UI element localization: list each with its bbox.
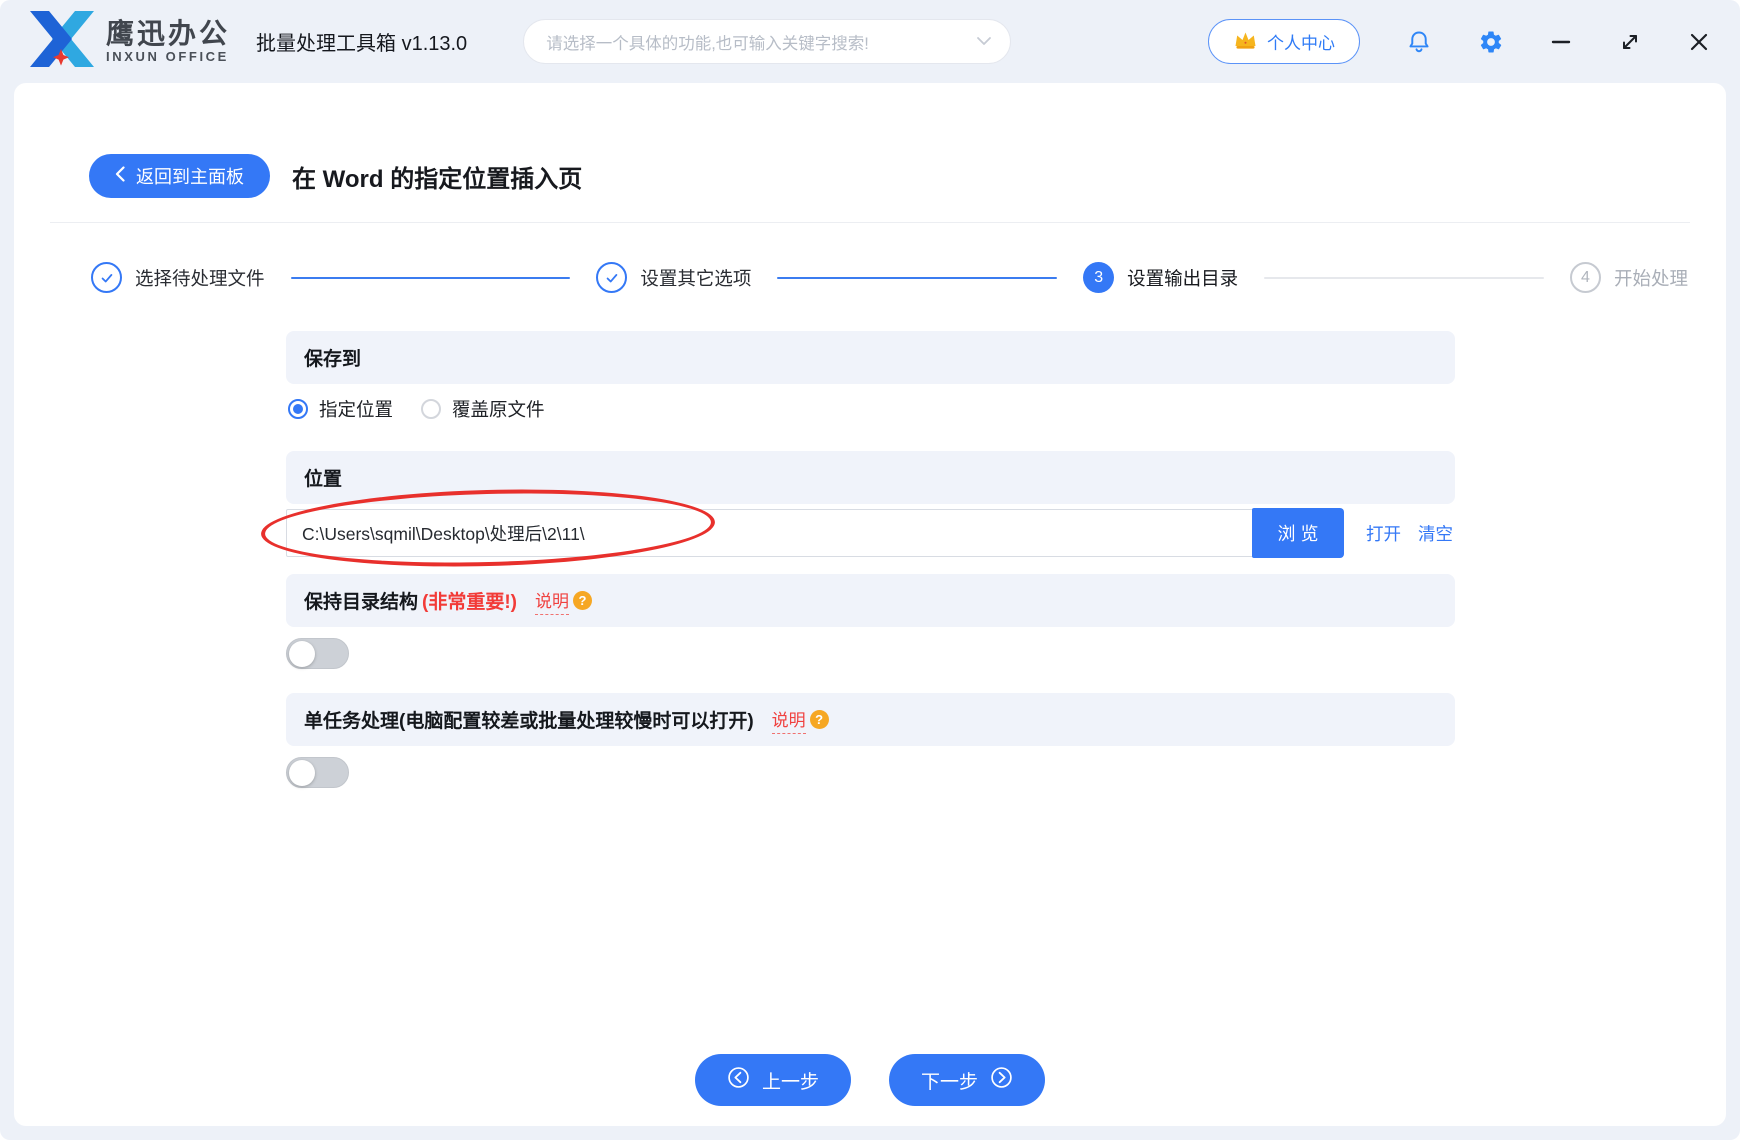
previous-step-button[interactable]: 上一步 xyxy=(695,1054,851,1106)
toggle-knob xyxy=(289,641,315,667)
step-indicator: 选择待处理文件 设置其它选项 3 设置输出目录 4 开始处理 xyxy=(91,262,1688,293)
single-task-title: 单任务处理(电脑配置较差或批量处理较慢时可以打开) xyxy=(304,706,754,733)
previous-step-label: 上一步 xyxy=(762,1067,819,1094)
settings-gear-icon[interactable] xyxy=(1478,29,1504,55)
keep-structure-warning: (非常重要!) xyxy=(422,587,517,614)
keep-structure-toggle-off[interactable] xyxy=(286,638,349,669)
save-to-section-header: 保存到 xyxy=(286,331,1455,384)
radio-label: 指定位置 xyxy=(319,396,393,422)
step-select-files: 选择待处理文件 xyxy=(91,262,265,293)
notifications-bell-icon[interactable] xyxy=(1406,29,1432,55)
step-connector xyxy=(777,277,1057,279)
minimize-button[interactable] xyxy=(1550,31,1572,53)
user-center-button[interactable]: 个人中心 xyxy=(1208,19,1360,64)
question-mark-icon: ? xyxy=(573,591,592,610)
search-placeholder: 请选择一个具体的功能,也可输入关键字搜索! xyxy=(546,30,976,54)
brand-name-cn: 鹰迅办公 xyxy=(106,19,230,48)
save-to-title: 保存到 xyxy=(304,344,361,371)
step-label: 选择待处理文件 xyxy=(135,265,265,291)
topbar-actions: 个人中心 xyxy=(1208,19,1710,64)
browse-button[interactable]: 浏 览 xyxy=(1252,508,1344,558)
topbar: 鹰迅办公 INXUN OFFICE 批量处理工具箱 v1.13.0 请选择一个具… xyxy=(0,0,1740,83)
function-search-input[interactable]: 请选择一个具体的功能,也可输入关键字搜索! xyxy=(523,19,1011,64)
radio-specified-location[interactable]: 指定位置 xyxy=(288,396,393,422)
step-label: 设置输出目录 xyxy=(1127,265,1238,291)
page-header: 返回到主面板 在 Word 的指定位置插入页 xyxy=(89,154,1690,198)
open-folder-link[interactable]: 打开 xyxy=(1366,521,1401,546)
step-done-check-icon xyxy=(596,262,627,293)
app-title: 批量处理工具箱 v1.13.0 xyxy=(256,27,467,56)
brand-name-en: INXUN OFFICE xyxy=(106,50,230,64)
step-connector xyxy=(1264,277,1544,279)
radio-selected-icon[interactable] xyxy=(288,399,308,419)
location-input-row: 浏 览 打开 清空 xyxy=(286,508,1455,558)
location-section-header: 位置 xyxy=(286,451,1455,504)
form-sections: 保存到 指定位置 覆盖原文件 位置 浏 览 打开 xyxy=(286,331,1455,788)
single-task-toggle-off[interactable] xyxy=(286,757,349,788)
user-center-label: 个人中心 xyxy=(1267,29,1335,54)
step-other-options: 设置其它选项 xyxy=(596,262,751,293)
help-link-label: 说明 xyxy=(772,706,806,734)
logo-x-icon xyxy=(30,11,94,72)
step-label: 设置其它选项 xyxy=(640,265,751,291)
header-divider xyxy=(50,222,1690,223)
crown-icon xyxy=(1233,29,1258,55)
next-step-button[interactable]: 下一步 xyxy=(889,1054,1045,1106)
radio-overwrite-original[interactable]: 覆盖原文件 xyxy=(421,396,545,422)
wizard-footer: 上一步 下一步 xyxy=(14,1054,1726,1106)
next-step-label: 下一步 xyxy=(921,1067,978,1094)
step-output-directory: 3 设置输出目录 xyxy=(1083,262,1238,293)
maximize-button[interactable] xyxy=(1618,30,1642,54)
step-done-check-icon xyxy=(91,262,122,293)
step-connector xyxy=(291,277,571,279)
chevron-left-icon xyxy=(115,166,125,187)
question-mark-icon: ? xyxy=(810,710,829,729)
chevron-down-icon[interactable] xyxy=(976,32,992,51)
step-number-badge: 3 xyxy=(1083,262,1114,293)
step-label: 开始处理 xyxy=(1614,265,1688,291)
brand-text: 鹰迅办公 INXUN OFFICE xyxy=(106,19,230,64)
main-card: 返回到主面板 在 Word 的指定位置插入页 选择待处理文件 设置其它选项 xyxy=(14,83,1726,1126)
single-task-help-link[interactable]: 说明 ? xyxy=(772,706,829,734)
single-task-section-header: 单任务处理(电脑配置较差或批量处理较慢时可以打开) 说明 ? xyxy=(286,693,1455,746)
keep-structure-title: 保持目录结构 xyxy=(304,587,418,614)
close-button[interactable] xyxy=(1688,31,1710,53)
output-path-input[interactable] xyxy=(286,509,1253,557)
step-start-processing: 4 开始处理 xyxy=(1570,262,1688,293)
keep-structure-section-header: 保持目录结构 (非常重要!) 说明 ? xyxy=(286,574,1455,627)
step-number-badge: 4 xyxy=(1570,262,1601,293)
app-logo: 鹰迅办公 INXUN OFFICE xyxy=(30,11,230,72)
radio-unselected-icon[interactable] xyxy=(421,399,441,419)
back-button-label: 返回到主面板 xyxy=(136,163,244,189)
page-title: 在 Word 的指定位置插入页 xyxy=(292,159,582,194)
location-title: 位置 xyxy=(304,464,342,491)
path-links: 打开 清空 xyxy=(1366,521,1453,546)
help-link-label: 说明 xyxy=(535,587,569,615)
back-to-dashboard-button[interactable]: 返回到主面板 xyxy=(89,154,270,198)
app-window: 鹰迅办公 INXUN OFFICE 批量处理工具箱 v1.13.0 请选择一个具… xyxy=(0,0,1740,1140)
circle-arrow-right-icon xyxy=(990,1066,1013,1095)
toggle-knob xyxy=(289,760,315,786)
save-to-options: 指定位置 覆盖原文件 xyxy=(286,395,1455,423)
keep-structure-help-link[interactable]: 说明 ? xyxy=(535,587,592,615)
circle-arrow-left-icon xyxy=(727,1066,750,1095)
clear-path-link[interactable]: 清空 xyxy=(1418,521,1453,546)
radio-label: 覆盖原文件 xyxy=(452,396,545,422)
